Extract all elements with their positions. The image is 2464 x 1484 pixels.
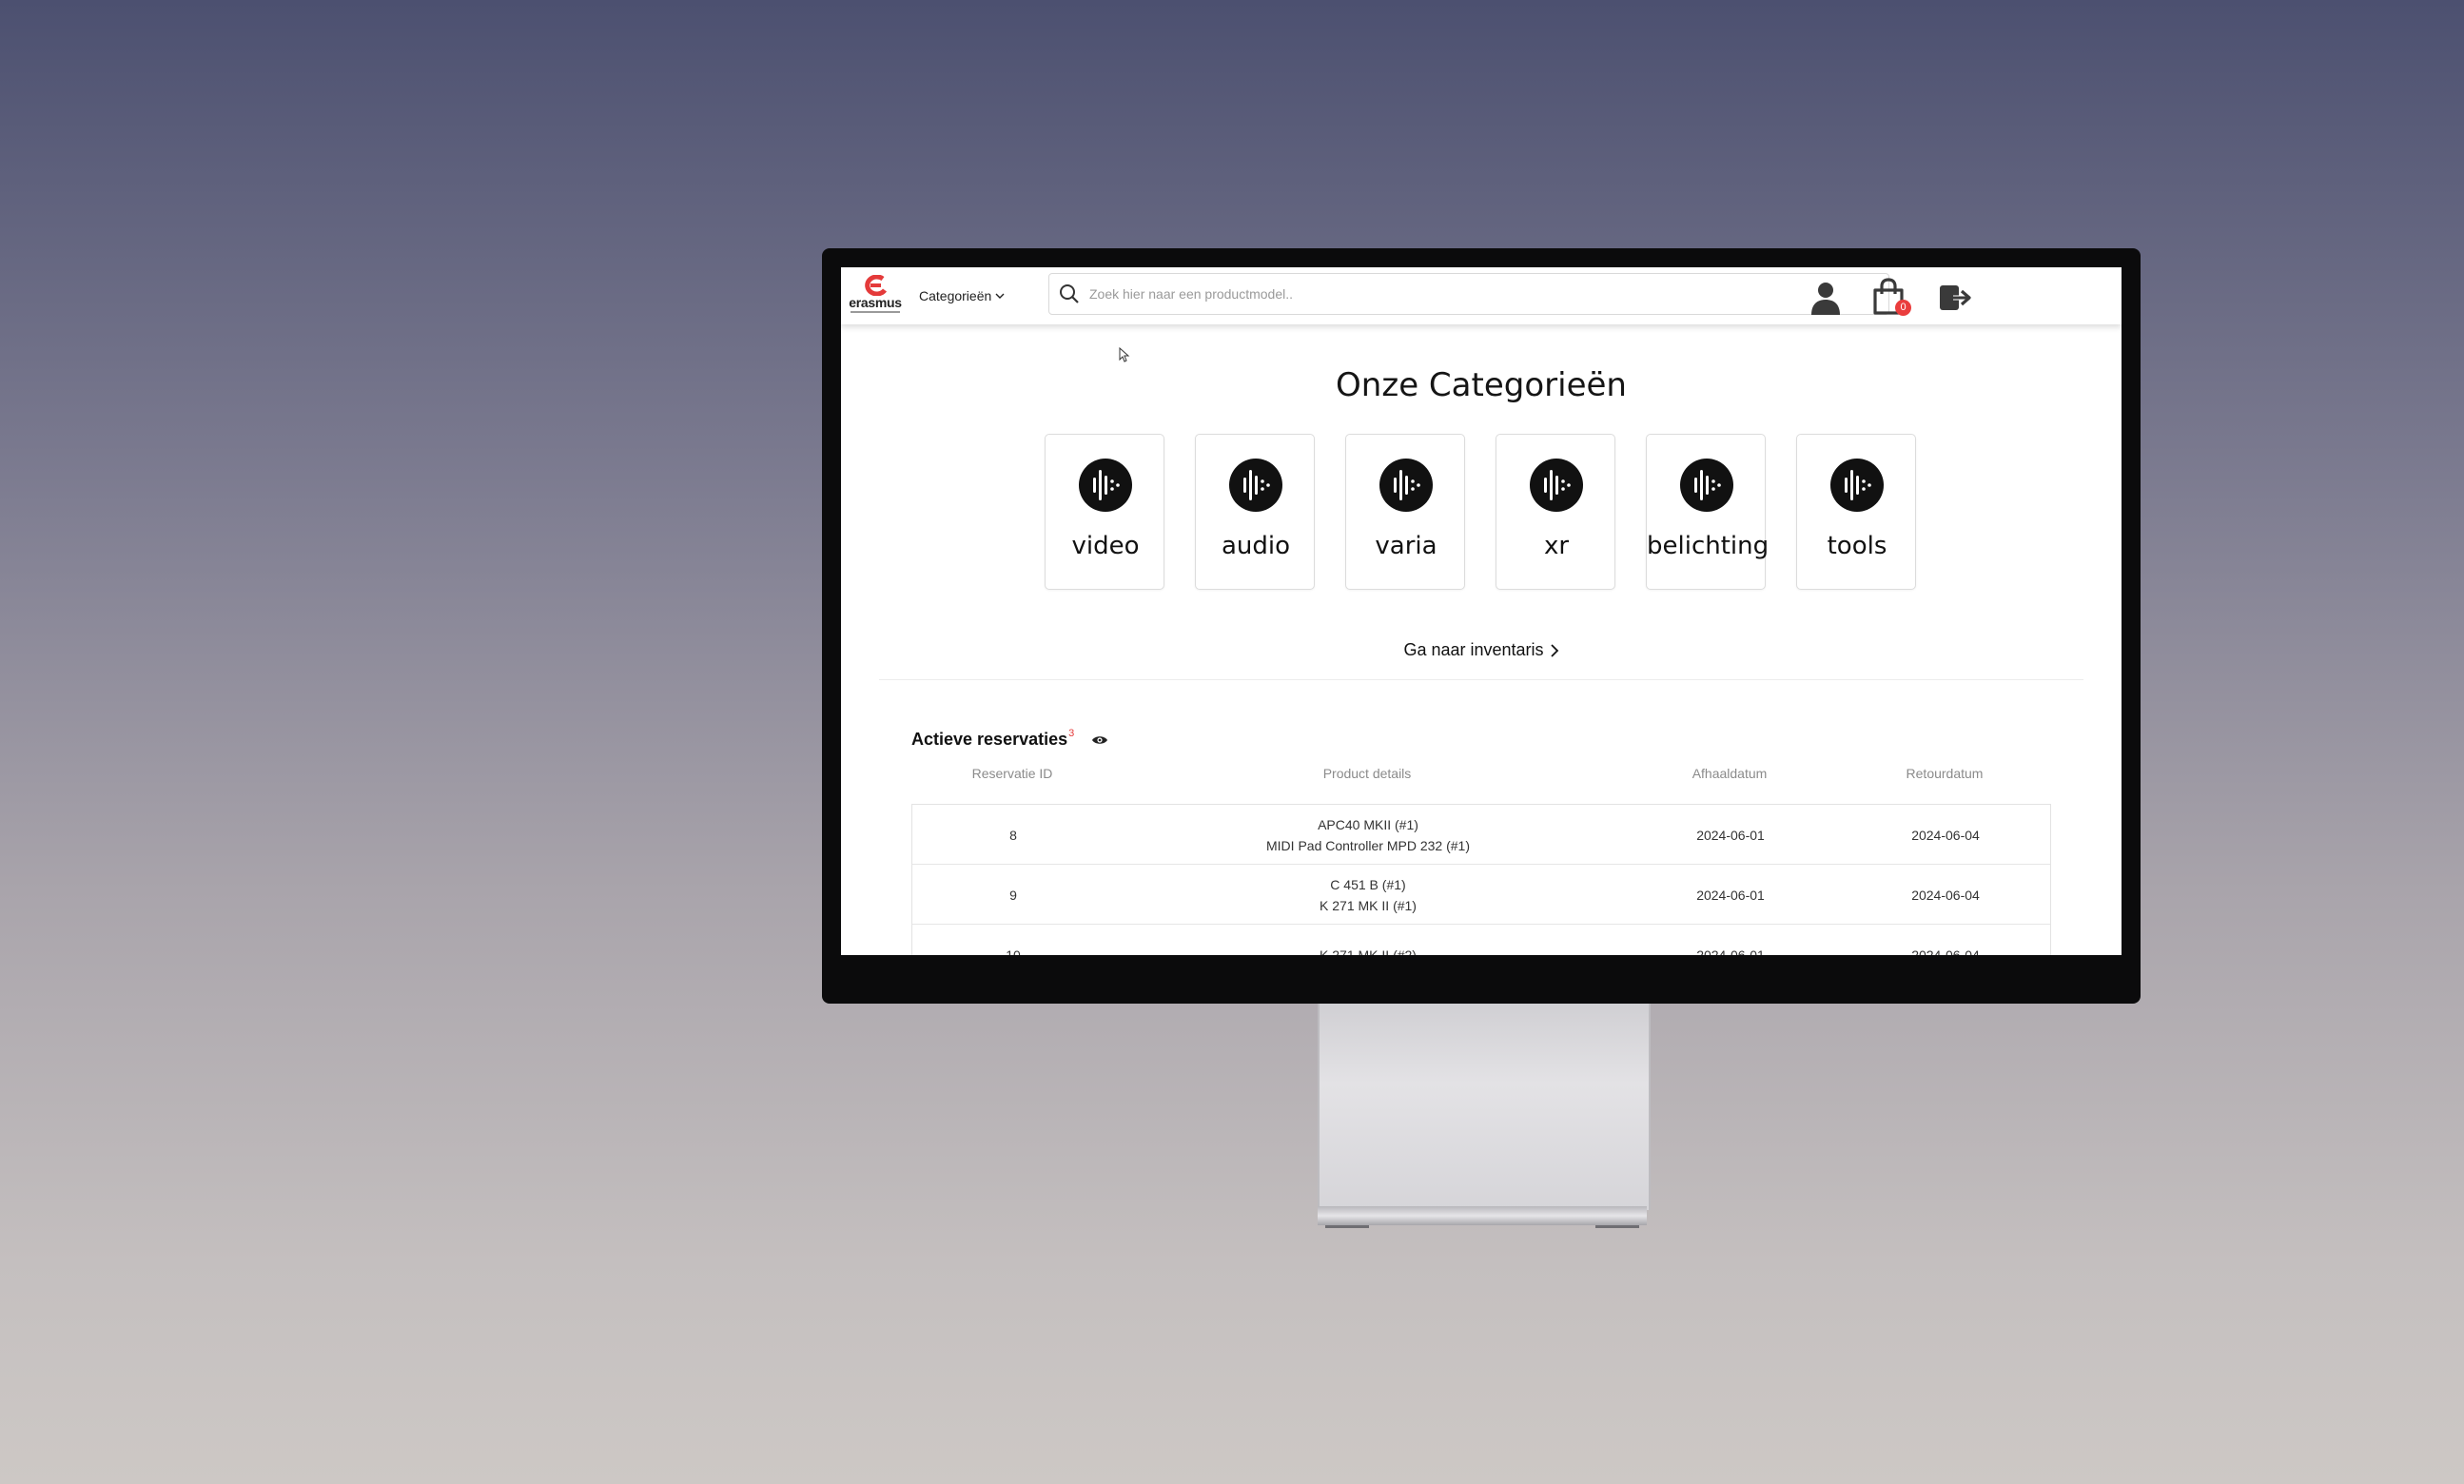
- logo-subline: [851, 311, 900, 313]
- monitor-bezel: erasmus Categorieën Zoek hier naar een p…: [822, 248, 2141, 1004]
- inventory-link-row: Ga naar inventaris: [841, 640, 2122, 660]
- product-line: C 451 B (#1): [1330, 874, 1405, 895]
- category-card-belichting[interactable]: belichting: [1646, 434, 1770, 590]
- pickup-date: 2024-06-01: [1696, 947, 1765, 956]
- category-card-xr[interactable]: xr: [1496, 434, 1615, 590]
- top-navbar: erasmus Categorieën Zoek hier naar een p…: [841, 267, 2122, 324]
- audio-waveform-icon: [1079, 459, 1132, 512]
- product-name: K 271 MK II: [1320, 947, 1390, 956]
- user-icon: [1811, 283, 1840, 315]
- cart-button[interactable]: 0: [1871, 278, 1911, 316]
- erasmus-logo-mark-icon: [865, 275, 888, 296]
- logout-button[interactable]: [1938, 283, 1972, 313]
- cart-count-badge: 0: [1895, 300, 1911, 316]
- reservation-id: 8: [1009, 827, 1017, 843]
- erasmus-logo[interactable]: erasmus: [847, 275, 904, 317]
- audio-waveform-icon: [1680, 459, 1733, 512]
- column-header-pickup-date: Afhaaldatum: [1692, 766, 1768, 781]
- category-label: tools: [1827, 532, 1887, 560]
- monitor-stand-foot: [1318, 1206, 1647, 1228]
- user-profile-button[interactable]: [1808, 281, 1844, 315]
- category-label: varia: [1375, 532, 1437, 560]
- product-line: K 271 MK II (#2): [1320, 945, 1417, 956]
- search-bar: [1048, 273, 1889, 315]
- monitor-stand-neck: [1318, 999, 1651, 1210]
- product-unit: (#1): [1393, 897, 1417, 913]
- product-name: APC40 MKII: [1318, 816, 1392, 832]
- column-header-product-details: Product details: [1322, 766, 1412, 781]
- chevron-right-icon: [1550, 643, 1558, 657]
- category-label: xr: [1543, 532, 1570, 560]
- eye-icon[interactable]: [1091, 734, 1108, 746]
- product-name: C 451 B: [1330, 876, 1379, 892]
- category-card-varia[interactable]: varia: [1345, 434, 1465, 590]
- category-card-audio[interactable]: audio: [1195, 434, 1315, 590]
- product-name: K 271 MK II: [1320, 897, 1390, 913]
- inventory-link-label: Ga naar inventaris: [1403, 640, 1544, 659]
- reservations-header: Actieve reservaties 3: [911, 727, 1108, 750]
- product-line: MIDI Pad Controller MPD 232 (#1): [1266, 835, 1470, 856]
- product-details: APC40 MKII (#1) MIDI Pad Controller MPD …: [1114, 805, 1622, 865]
- column-header-return-date: Retourdatum: [1906, 766, 1984, 781]
- chevron-down-icon: [995, 293, 1005, 299]
- product-unit: (#1): [1395, 816, 1418, 832]
- product-unit: (#1): [1381, 876, 1406, 892]
- reservation-id: 9: [1009, 887, 1017, 903]
- pickup-date: 2024-06-01: [1696, 887, 1765, 903]
- table-body: 8 APC40 MKII (#1) MIDI Pad Controller MP…: [911, 804, 2051, 955]
- table-row[interactable]: 9 C 451 B (#1) K 271 MK II (#1) 2024-06-…: [912, 865, 2050, 925]
- reservation-id: 10: [1006, 947, 1021, 956]
- product-details: K 271 MK II (#2): [1114, 925, 1622, 956]
- category-grid: video audio varia xr belichting tools: [1045, 434, 1920, 592]
- category-label: audio: [1221, 532, 1291, 560]
- product-name: MIDI Pad Controller MPD 232: [1266, 837, 1443, 853]
- reservations-count: 3: [1068, 727, 1075, 739]
- category-card-video[interactable]: video: [1045, 434, 1164, 590]
- table-header: Reservatie ID Product details Afhaaldatu…: [911, 762, 2051, 791]
- section-divider: [879, 679, 2083, 680]
- audio-waveform-icon: [1530, 459, 1583, 512]
- search-input[interactable]: [1087, 279, 1888, 309]
- return-date: 2024-06-04: [1911, 947, 1980, 956]
- page-title: Onze Categorieën: [1336, 366, 1627, 404]
- category-label: video: [1071, 532, 1140, 560]
- product-details: C 451 B (#1) K 271 MK II (#1): [1114, 865, 1622, 925]
- table-row[interactable]: 10 K 271 MK II (#2) 2024-06-01 2024-06-0…: [912, 925, 2050, 956]
- product-line: K 271 MK II (#1): [1320, 895, 1417, 916]
- mouse-pointer-icon: [1119, 347, 1130, 362]
- search-icon: [1060, 284, 1079, 303]
- audio-waveform-icon: [1379, 459, 1433, 512]
- reservations-title: Actieve reservaties: [911, 730, 1068, 749]
- inventory-link[interactable]: Ga naar inventaris: [1403, 640, 1558, 660]
- logo-text: erasmus: [849, 295, 902, 310]
- product-unit: (#2): [1393, 947, 1417, 956]
- pickup-date: 2024-06-01: [1696, 827, 1765, 843]
- product-unit: (#1): [1446, 837, 1470, 853]
- audio-waveform-icon: [1830, 459, 1884, 512]
- product-line: APC40 MKII (#1): [1318, 814, 1418, 835]
- categories-dropdown[interactable]: Categorieën: [919, 286, 1006, 305]
- table-row[interactable]: 8 APC40 MKII (#1) MIDI Pad Controller MP…: [912, 805, 2050, 865]
- categories-dropdown-label: Categorieën: [919, 288, 992, 303]
- category-card-tools[interactable]: tools: [1796, 434, 1916, 590]
- reservations-table: Reservatie ID Product details Afhaaldatu…: [911, 762, 2051, 955]
- logout-icon: [1940, 285, 1971, 310]
- audio-waveform-icon: [1229, 459, 1282, 512]
- category-label: belichting: [1647, 532, 1770, 560]
- app-screen: erasmus Categorieën Zoek hier naar een p…: [841, 267, 2122, 955]
- return-date: 2024-06-04: [1911, 827, 1980, 843]
- return-date: 2024-06-04: [1911, 887, 1980, 903]
- column-header-reservation-id: Reservatie ID: [971, 766, 1053, 781]
